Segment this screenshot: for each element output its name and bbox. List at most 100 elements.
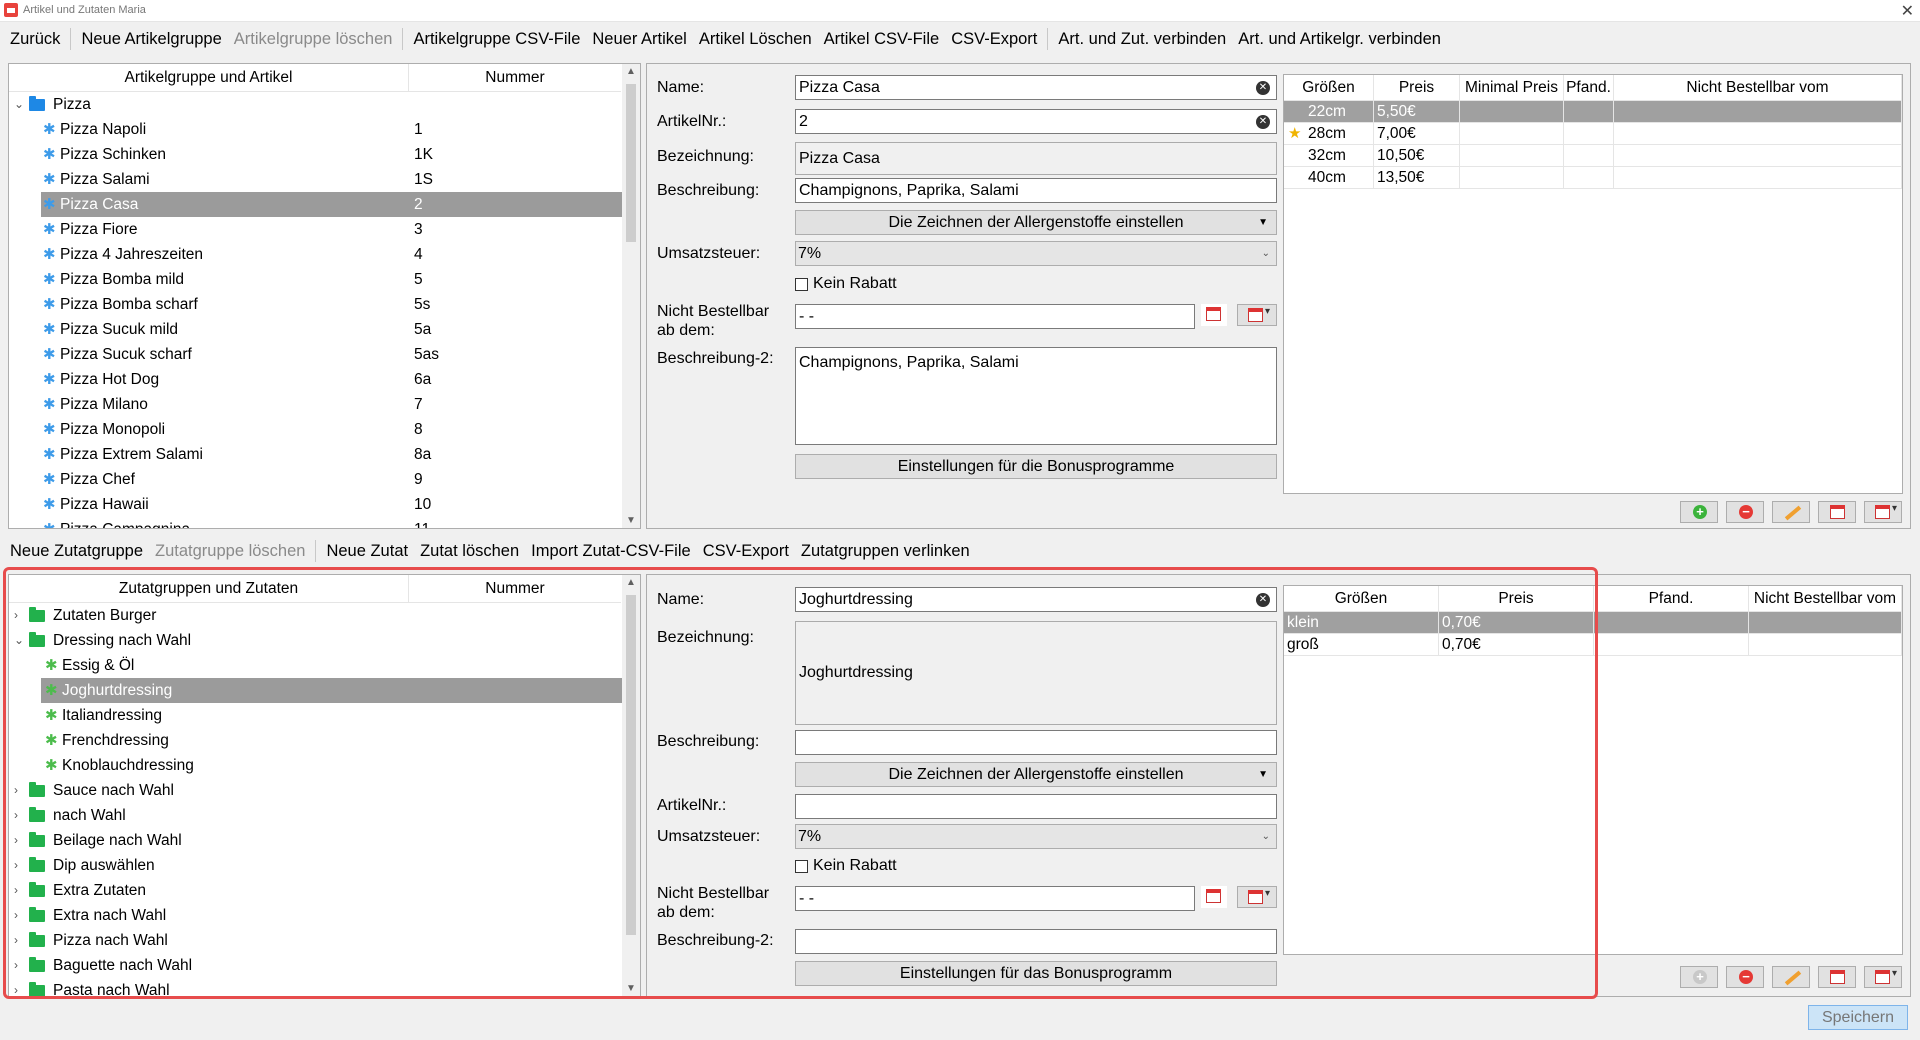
menu-item-zurück[interactable]: Zurück [4,30,66,49]
scroll-down-icon[interactable]: ▼ [622,515,640,526]
menu-item-art-und-artikelgr-verbinden[interactable]: Art. und Artikelgr. verbinden [1232,30,1447,49]
tree-item-row[interactable]: ✱ Pizza 4 Jahreszeiten 4 [41,242,622,267]
chevron-right-icon[interactable]: › [14,853,18,878]
tree-group-row[interactable]: ⌄ Pizza [9,92,622,117]
tree-item-row[interactable]: ✱ Pizza Fiore 3 [41,217,622,242]
menu-item-artikel-löschen[interactable]: Artikel Löschen [693,30,818,49]
artnr-input[interactable]: 2 ✕ [795,109,1277,134]
not-orderable-date-input[interactable]: - - [795,304,1195,329]
calendar-dropdown-icon[interactable] [1864,501,1902,523]
description2-textarea[interactable]: Champignons, Paprika, Salami [795,347,1277,445]
chevron-right-icon[interactable]: › [14,828,18,853]
clear-icon[interactable]: ✕ [1256,593,1270,607]
sizes-column-header[interactable]: Pfand. [1564,75,1614,100]
article-tree-scrollbar[interactable]: ▲ ▼ [622,64,640,528]
column-header-name[interactable]: Artikelgruppe und Artikel [9,64,409,91]
calendar-icon[interactable] [1818,966,1856,988]
remove-size-button[interactable] [1726,966,1764,988]
tree-group-row[interactable]: ⌄ Dressing nach Wahl [9,628,622,653]
tree-group-row[interactable]: › Zutaten Burger [9,603,622,628]
no-discount-checkbox[interactable] [795,278,808,291]
sizes-column-header[interactable]: Größen [1284,586,1439,611]
allergen-button[interactable]: Die Zeichnen der Allergenstoffe einstell… [795,762,1277,787]
scroll-up-icon[interactable]: ▲ [622,66,640,77]
tree-item-row[interactable]: ✱ Pizza Casa 2 [41,192,622,217]
chevron-down-icon[interactable]: ⌄ [14,628,24,653]
edit-size-button[interactable] [1772,966,1810,988]
sizes-row[interactable]: 32cm 10,50€ [1284,145,1902,167]
scroll-up-icon[interactable]: ▲ [622,577,640,588]
calendar-icon[interactable] [1818,501,1856,523]
add-size-button[interactable] [1680,966,1718,988]
sizes-column-header[interactable]: Pfand. [1594,586,1749,611]
calendar-dropdown-icon[interactable] [1237,304,1277,326]
edit-size-button[interactable] [1772,501,1810,523]
no-discount-checkbox[interactable] [795,860,808,873]
sizes-column-header[interactable]: Nicht Bestellbar vom [1749,586,1902,611]
sizes-row[interactable]: ★ 28cm 7,00€ [1284,123,1902,145]
remove-size-button[interactable] [1726,501,1764,523]
clear-icon[interactable]: ✕ [1256,81,1270,95]
tree-item-row[interactable]: ✱ Pizza Hawaii 10 [41,492,622,517]
tax-select[interactable]: 7% ⌄ [795,241,1277,266]
tree-item-row[interactable]: ✱ Pizza Sucuk mild 5a [41,317,622,342]
calendar-icon[interactable] [1201,304,1227,326]
chevron-right-icon[interactable]: › [14,928,18,953]
sizes-row[interactable]: groß 0,70€ [1284,634,1902,656]
chevron-right-icon[interactable]: › [14,803,18,828]
tree-group-row[interactable]: › Extra Zutaten [9,878,622,903]
menu-item-neuer-artikel[interactable]: Neuer Artikel [586,30,692,49]
menu-item-artikel-csv-file[interactable]: Artikel CSV-File [818,30,946,49]
add-size-button[interactable] [1680,501,1718,523]
close-icon[interactable]: ✕ [1901,1,1914,21]
tree-item-row[interactable]: ✱ Pizza Bomba scharf 5s [41,292,622,317]
chevron-right-icon[interactable]: › [14,953,18,978]
sizes-row[interactable]: 22cm 5,50€ [1284,101,1902,123]
tree-group-row[interactable]: › Pizza nach Wahl [9,928,622,953]
ingredient-artnr-input[interactable] [795,794,1277,819]
sizes-column-header[interactable]: Preis [1439,586,1594,611]
clear-icon[interactable]: ✕ [1256,115,1270,129]
menu-item-neue-artikelgruppe[interactable]: Neue Artikelgruppe [75,30,227,49]
sizes-column-header[interactable]: Nicht Bestellbar vom [1614,75,1902,100]
scroll-thumb[interactable] [626,84,636,242]
sizes-column-header[interactable]: Preis [1374,75,1460,100]
menu-item-zutatgruppe-löschen[interactable]: Zutatgruppe löschen [149,542,311,561]
tree-item-row[interactable]: ✱ Pizza Salami 1S [41,167,622,192]
tree-group-row[interactable]: › Baguette nach Wahl [9,953,622,978]
name-input[interactable]: Pizza Casa ✕ [795,75,1277,100]
tree-group-row[interactable]: › nach Wahl [9,803,622,828]
menu-item-csv-export[interactable]: CSV-Export [697,542,795,561]
menu-item-csv-export[interactable]: CSV-Export [945,30,1043,49]
menu-item-neue-zutatgruppe[interactable]: Neue Zutatgruppe [4,542,149,561]
chevron-right-icon[interactable]: › [14,978,18,996]
ingredient-tax-select[interactable]: 7% ⌄ [795,824,1277,849]
calendar-icon[interactable] [1201,886,1227,908]
menu-item-artikelgruppe-csv-file[interactable]: Artikelgruppe CSV-File [407,30,586,49]
menu-item-art-und-zut-verbinden[interactable]: Art. und Zut. verbinden [1052,30,1232,49]
tree-item-row[interactable]: ✱ Joghurtdressing [41,678,622,703]
sizes-row[interactable]: 40cm 13,50€ [1284,167,1902,189]
ingredient-name-input[interactable]: Joghurtdressing ✕ [795,587,1277,612]
save-button[interactable]: Speichern [1808,1005,1908,1030]
tree-group-row[interactable]: › Extra nach Wahl [9,903,622,928]
description-input[interactable]: Champignons, Paprika, Salami [795,178,1277,203]
bezeichnung-field[interactable]: Pizza Casa [795,142,1277,175]
menu-item-zutatgruppen-verlinken[interactable]: Zutatgruppen verlinken [795,542,976,561]
allergen-button[interactable]: Die Zeichnen der Allergenstoffe einstell… [795,210,1277,235]
column-header-number[interactable]: Nummer [409,64,621,91]
tree-item-row[interactable]: ✱ Pizza Schinken 1K [41,142,622,167]
sizes-column-header[interactable]: Größen [1284,75,1374,100]
tree-item-row[interactable]: ✱ Pizza Bomba mild 5 [41,267,622,292]
ingredient-tree-scrollbar[interactable]: ▲ ▼ [622,575,640,996]
ingredient-description-input[interactable] [795,730,1277,755]
column-header-number[interactable]: Nummer [409,575,621,602]
ingredient-not-orderable-date-input[interactable]: - - [795,886,1195,911]
tree-item-row[interactable]: ✱ Pizza Campagnina 11 [41,517,622,528]
chevron-right-icon[interactable]: › [14,903,18,928]
tree-item-row[interactable]: ✱ Pizza Extrem Salami 8a [41,442,622,467]
tree-item-row[interactable]: ✱ Essig & Öl [41,653,622,678]
tree-item-row[interactable]: ✱ Pizza Milano 7 [41,392,622,417]
ingredient-bezeichnung-field[interactable]: Joghurtdressing [795,621,1277,725]
tree-item-row[interactable]: ✱ Pizza Monopoli 8 [41,417,622,442]
